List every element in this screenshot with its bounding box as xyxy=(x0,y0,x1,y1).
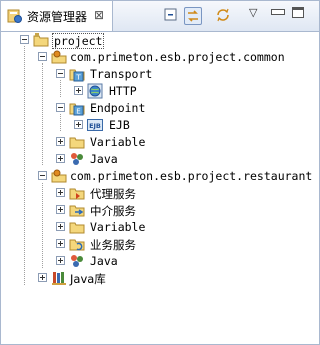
expand-icon[interactable] xyxy=(56,239,65,248)
collapse-icon[interactable] xyxy=(20,35,29,44)
proxy-service-icon xyxy=(69,188,85,200)
folder-icon xyxy=(69,222,85,234)
globe-icon xyxy=(87,83,103,99)
tree-label: Variable xyxy=(90,135,146,149)
expand-icon[interactable] xyxy=(56,256,65,265)
tree-label: 中介服务 xyxy=(90,204,136,218)
tree-label: Java库 xyxy=(70,272,106,286)
java-icon xyxy=(71,255,83,267)
expand-icon[interactable] xyxy=(56,137,65,146)
maximize-button[interactable] xyxy=(292,7,304,18)
link-with-editor-button[interactable] xyxy=(184,7,202,25)
tree-label: com.primeton.esb.project.restaurant xyxy=(70,169,313,183)
expand-icon[interactable] xyxy=(56,205,65,214)
explorer-panel: 资源管理器 ⊠ ▽ project com.primeton.esb.proje… xyxy=(0,0,320,345)
tree-label: Java xyxy=(90,152,118,166)
package-gear-icon xyxy=(51,169,67,183)
tree-item-variable[interactable]: Variable xyxy=(1,219,301,236)
expand-icon[interactable] xyxy=(74,120,83,129)
tree-item-java[interactable]: Java xyxy=(1,253,301,270)
library-icon xyxy=(52,272,66,285)
tree-item-transport[interactable]: T Transport xyxy=(1,66,301,83)
tree-label: Java xyxy=(90,254,118,268)
svg-text:E: E xyxy=(76,108,80,116)
tree-item-endpoint[interactable]: E Endpoint xyxy=(1,100,301,117)
panel-header: 资源管理器 ⊠ ▽ xyxy=(1,1,319,32)
tree-item-variable[interactable]: Variable xyxy=(1,134,301,151)
tree-item-restaurant[interactable]: com.primeton.esb.project.restaurant xyxy=(1,168,312,185)
tree-label: 代理服务 xyxy=(90,187,136,201)
folder-icon xyxy=(69,137,85,149)
tree-item-mediation-service[interactable]: 中介服务 xyxy=(1,202,301,219)
minimize-button[interactable] xyxy=(271,9,285,15)
tree-label: HTTP xyxy=(109,84,137,98)
java-icon xyxy=(71,153,83,165)
tree-item-proxy-service[interactable]: 代理服务 xyxy=(1,185,301,202)
package-gear-icon xyxy=(51,50,67,64)
collapse-all-icon xyxy=(164,8,177,21)
tab-explorer[interactable]: 资源管理器 ⊠ xyxy=(1,1,113,31)
collapse-icon[interactable] xyxy=(38,52,47,61)
sync-button[interactable] xyxy=(215,7,233,25)
close-icon[interactable]: ⊠ xyxy=(94,8,104,22)
tree-label: com.primeton.esb.project.common xyxy=(70,50,285,64)
expand-icon[interactable] xyxy=(56,222,65,231)
project-folder-icon xyxy=(33,33,49,47)
expand-icon[interactable] xyxy=(74,86,83,95)
expand-icon[interactable] xyxy=(56,188,65,197)
tree-label: project xyxy=(52,33,105,49)
explorer-icon xyxy=(7,9,22,23)
tree-label: 业务服务 xyxy=(90,238,136,252)
transport-icon: T xyxy=(69,69,85,82)
mediation-service-icon xyxy=(69,205,85,217)
tree-label: EJB xyxy=(109,118,130,132)
tree-item-java[interactable]: Java xyxy=(1,151,301,168)
tree-item-common[interactable]: com.primeton.esb.project.common xyxy=(1,49,301,66)
view-menu-icon[interactable]: ▽ xyxy=(249,6,257,19)
expand-icon[interactable] xyxy=(56,154,65,163)
svg-text:T: T xyxy=(75,74,81,82)
collapse-all-button[interactable] xyxy=(163,7,181,25)
tab-title: 资源管理器 xyxy=(27,10,88,24)
tree-label: Variable xyxy=(90,220,146,234)
collapse-icon[interactable] xyxy=(56,103,65,112)
collapse-icon[interactable] xyxy=(38,171,47,180)
expand-icon[interactable] xyxy=(38,273,47,282)
business-service-icon xyxy=(69,239,85,251)
link-with-editor-icon xyxy=(188,10,198,22)
tree-item-java-library[interactable]: Java库 xyxy=(1,270,301,287)
sync-icon xyxy=(217,8,229,22)
tree-item-http[interactable]: HTTP xyxy=(1,83,301,100)
collapse-icon[interactable] xyxy=(56,69,65,78)
tree-item-business-service[interactable]: 业务服务 xyxy=(1,236,301,253)
tree-item-project[interactable]: project xyxy=(1,32,301,49)
tree-label: Endpoint xyxy=(90,101,146,115)
tree-label: Transport xyxy=(90,67,153,81)
svg-text:EJB: EJB xyxy=(89,122,101,130)
endpoint-icon: E xyxy=(69,103,85,116)
tree-item-ejb[interactable]: EJB EJB xyxy=(1,117,301,134)
ejb-icon: EJB xyxy=(87,119,103,131)
